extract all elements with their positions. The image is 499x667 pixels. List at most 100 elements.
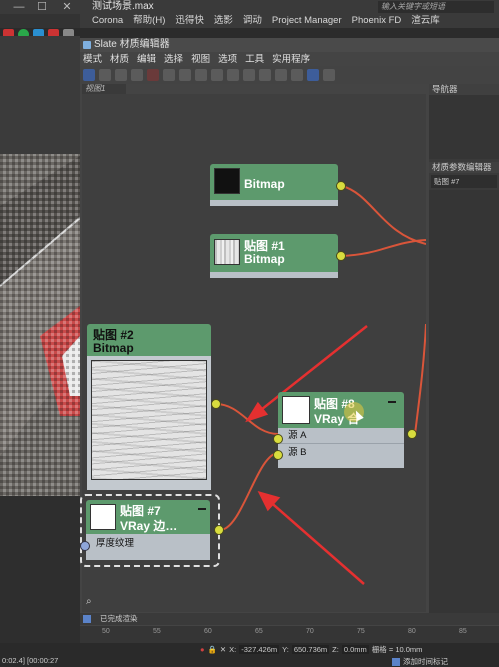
menu-item[interactable]: 渲云库 bbox=[411, 14, 440, 28]
add-time-tag-label: 添加时间标记 bbox=[403, 657, 448, 666]
menu-item[interactable]: Phoenix FD bbox=[352, 14, 402, 28]
viewport[interactable] bbox=[0, 36, 80, 496]
tab-view1[interactable]: 视图1 bbox=[82, 84, 126, 94]
port-source-a: 源 A bbox=[278, 428, 404, 444]
window-title: Slate 材质编辑器 bbox=[94, 39, 170, 50]
ruler-tick: 50 bbox=[102, 628, 110, 635]
select-tool-icon[interactable] bbox=[83, 69, 95, 81]
menu-mode[interactable]: 模式 bbox=[83, 53, 102, 66]
input-socket-source-a[interactable] bbox=[273, 434, 283, 444]
show-map-icon[interactable] bbox=[211, 69, 223, 81]
output-socket[interactable] bbox=[211, 399, 221, 409]
node-body bbox=[210, 200, 338, 206]
port-source-b: 源 B bbox=[288, 447, 307, 458]
slate-title-bar: Slate 材质编辑器 bbox=[80, 38, 499, 52]
hide-unused-icon[interactable] bbox=[179, 69, 191, 81]
annotation-arrow-lower bbox=[266, 498, 365, 585]
node-canvas[interactable]: Bitmap 贴图 #1 Bitmap 贴图 #2 Bitmap 贴图 #8 V… bbox=[80, 94, 426, 612]
output-socket[interactable] bbox=[336, 251, 346, 261]
close-icon[interactable]: ✕ bbox=[58, 0, 76, 14]
ruler-tick: 85 bbox=[459, 628, 467, 635]
layout-icon[interactable] bbox=[195, 69, 207, 81]
param-editor-header: 材质参数编辑器 bbox=[429, 162, 499, 173]
node-thumbnail bbox=[90, 504, 116, 530]
add-time-tag[interactable]: 添加时间标记 bbox=[392, 656, 448, 667]
eyedropper-icon[interactable] bbox=[115, 69, 127, 81]
slate-menu-bar: 模式 材质 编辑 选择 视图 选项 工具 实用程序 bbox=[80, 53, 499, 66]
maximize-icon[interactable]: ☐ bbox=[33, 0, 51, 14]
y-coordinate-field[interactable]: 650.736m bbox=[291, 644, 330, 654]
node-thumbnail bbox=[91, 360, 207, 480]
coordinate-bar: ● 🔒 ✕ X: -327.426m Y: 650.736m Z: 0.0mm … bbox=[200, 643, 499, 655]
output-socket[interactable] bbox=[214, 525, 224, 535]
material-map-browser-icon[interactable] bbox=[291, 69, 303, 81]
wire-bitmap-out bbox=[341, 185, 426, 245]
snap-icon[interactable]: ✕ bbox=[220, 645, 226, 654]
menu-item[interactable]: 帮助(H) bbox=[133, 14, 165, 28]
node-map2[interactable]: 贴图 #2 Bitmap bbox=[87, 324, 211, 490]
output-socket[interactable] bbox=[336, 181, 346, 191]
menu-view[interactable]: 视图 bbox=[191, 53, 210, 66]
pick-material-icon[interactable] bbox=[99, 69, 111, 81]
binoculars-icon[interactable]: ⌕ bbox=[86, 596, 92, 607]
z-label: Z: bbox=[332, 644, 339, 654]
minimize-node-icon[interactable] bbox=[198, 508, 206, 510]
x-label: X: bbox=[229, 644, 237, 654]
assign-material-icon[interactable] bbox=[131, 69, 143, 81]
select-by-material-icon[interactable] bbox=[323, 69, 335, 81]
timeline-ruler[interactable]: 50 55 60 65 70 75 80 85 bbox=[80, 626, 499, 643]
node-thumbnail bbox=[214, 168, 240, 194]
input-socket-source-b[interactable] bbox=[273, 450, 283, 460]
node-map1[interactable]: 贴图 #1 Bitmap bbox=[210, 234, 338, 278]
node-thumbnail bbox=[282, 396, 310, 424]
viewport-render bbox=[0, 154, 80, 496]
node-type: VRay 边… bbox=[120, 519, 178, 533]
show-background-icon[interactable] bbox=[227, 69, 239, 81]
menu-select[interactable]: 选择 bbox=[164, 53, 183, 66]
param-name-field[interactable]: 贴图 #7 bbox=[431, 175, 497, 188]
navigator-header: 导航器 bbox=[429, 84, 499, 95]
search-input[interactable]: 输入关键字或短语 bbox=[378, 1, 494, 13]
delete-icon[interactable] bbox=[147, 69, 159, 81]
minimize-icon[interactable]: — bbox=[10, 0, 28, 14]
menu-options[interactable]: 选项 bbox=[218, 53, 237, 66]
host-toolbar bbox=[0, 14, 80, 40]
node-title: Bitmap bbox=[244, 177, 285, 191]
navigator-icon[interactable] bbox=[275, 69, 287, 81]
wire-map7-to-source-b bbox=[219, 452, 279, 531]
menu-item[interactable]: 调动 bbox=[243, 14, 262, 28]
navigator-view[interactable] bbox=[429, 95, 499, 159]
slate-app-icon bbox=[83, 41, 91, 49]
z-coordinate-field[interactable]: 0.0mm bbox=[341, 644, 369, 654]
output-socket[interactable] bbox=[407, 429, 417, 439]
node-type: Bitmap bbox=[93, 341, 134, 355]
status-text: 已完成渲染 bbox=[100, 614, 138, 623]
menu-utilities[interactable]: 实用程序 bbox=[272, 53, 310, 66]
menu-edit[interactable]: 编辑 bbox=[137, 53, 156, 66]
node-bitmap[interactable]: Bitmap bbox=[210, 164, 338, 206]
menu-item[interactable]: Project Manager bbox=[272, 14, 342, 28]
lock-icon[interactable]: 🔒 bbox=[208, 645, 217, 654]
command-panel bbox=[0, 496, 80, 657]
menu-item[interactable]: Corona bbox=[92, 14, 123, 28]
node-map8[interactable]: 贴图 #8 VRay 合 源 A 源 B bbox=[278, 392, 404, 468]
x-coordinate-field[interactable]: -327.426m bbox=[239, 644, 280, 654]
ruler-tick: 60 bbox=[204, 628, 212, 635]
wire-map1-out bbox=[341, 239, 426, 257]
ruler-tick: 75 bbox=[357, 628, 365, 635]
minimize-node-icon[interactable] bbox=[388, 401, 396, 403]
key-icon[interactable]: ● bbox=[200, 645, 205, 654]
menu-tools[interactable]: 工具 bbox=[245, 53, 264, 66]
arrow-head-icon bbox=[245, 401, 269, 423]
parameter-editor-icon[interactable] bbox=[307, 69, 319, 81]
layout-all-icon[interactable] bbox=[243, 69, 255, 81]
node-map7[interactable]: 贴图 #7 VRay 边… 厚度纹理 bbox=[86, 500, 210, 560]
move-children-icon[interactable] bbox=[163, 69, 175, 81]
layout-children-icon[interactable] bbox=[259, 69, 271, 81]
status-icon bbox=[83, 615, 91, 623]
menu-material[interactable]: 材质 bbox=[110, 53, 129, 66]
menu-item[interactable]: 迅得快 bbox=[175, 14, 204, 28]
input-socket-thickness[interactable] bbox=[80, 541, 90, 551]
menu-item[interactable]: 选影 bbox=[214, 14, 233, 28]
node-type: Bitmap bbox=[244, 252, 285, 266]
